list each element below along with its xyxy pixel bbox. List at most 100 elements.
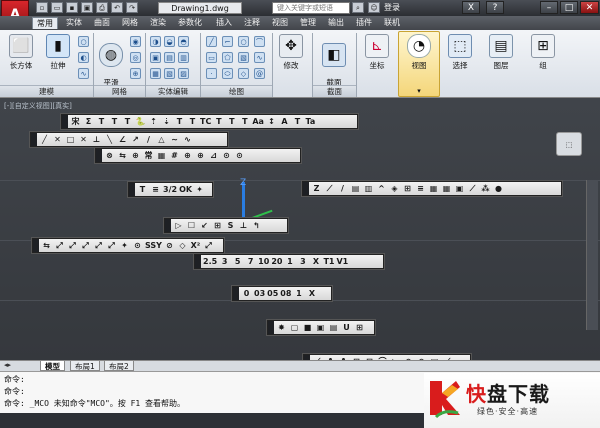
panel-label-draw[interactable]: 绘图 bbox=[201, 85, 272, 97]
arc-icon[interactable]: ⌒ bbox=[254, 36, 265, 47]
panel-label-mesh[interactable]: 网格 bbox=[94, 85, 145, 97]
toolbar-button[interactable]: ▷ bbox=[173, 220, 184, 231]
solid-edit-icon[interactable]: ▣ bbox=[150, 52, 161, 63]
toolbar-button[interactable]: □ bbox=[65, 134, 76, 145]
panel-label-section[interactable]: 截面 bbox=[313, 85, 356, 97]
draw-toolbar[interactable]: ╱ ✕ □ ✕ ⊥ ╲ ∠ ↗ ∕ △ ∼ ∿ bbox=[30, 132, 228, 147]
toolbar-button[interactable]: ⊙ bbox=[234, 150, 245, 161]
extrude-button[interactable]: ▮ 拉伸 bbox=[42, 34, 74, 71]
toolbar-button[interactable]: # bbox=[169, 150, 180, 161]
toolbar-button[interactable]: ≡ bbox=[415, 183, 426, 194]
navigation-bar[interactable] bbox=[586, 180, 598, 330]
login-link[interactable]: 登录 bbox=[384, 2, 400, 14]
toolbar-button[interactable]: ▤ bbox=[328, 322, 339, 333]
view-cube[interactable]: ⬚ bbox=[556, 132, 582, 156]
toolbar-button[interactable]: ≡ bbox=[150, 184, 161, 195]
toolbar-button[interactable]: 3 bbox=[297, 256, 308, 267]
toolbar-button[interactable]: ✕ bbox=[52, 134, 63, 145]
toolbar-button[interactable]: ◇ bbox=[177, 240, 188, 251]
tab-layout1[interactable]: 布局1 bbox=[70, 360, 100, 371]
scale-toolbar[interactable]: 2.5 3 5 7 10 20 1 3 X T1 V1 bbox=[194, 254, 384, 269]
toolbar-button[interactable]: T1 bbox=[323, 256, 334, 267]
tab-manage[interactable]: 管理 bbox=[296, 17, 320, 29]
toolbar-button[interactable]: ╱ bbox=[39, 134, 50, 145]
toolbar-button[interactable]: ▦ bbox=[156, 150, 167, 161]
tab-solid[interactable]: 实体 bbox=[62, 17, 86, 29]
toolbar-button[interactable]: ⊘ bbox=[164, 240, 175, 251]
close-button[interactable]: ✕ bbox=[580, 1, 599, 14]
toolbar-button[interactable]: T bbox=[239, 116, 250, 127]
toolbar-button[interactable]: / bbox=[337, 183, 348, 194]
coordinates-button[interactable]: ⊾ 坐标 bbox=[360, 34, 394, 71]
toolbar-button[interactable]: 3/2 bbox=[163, 184, 177, 195]
undo-icon[interactable]: ↶ bbox=[111, 2, 123, 13]
toolbar-button[interactable]: 2.5 bbox=[203, 256, 217, 267]
toolbar-button[interactable]: ⇆ bbox=[117, 150, 128, 161]
tab-annotate[interactable]: 注释 bbox=[240, 17, 264, 29]
saveas-icon[interactable]: ▣ bbox=[81, 2, 93, 13]
toolbar-button[interactable]: TC bbox=[200, 116, 211, 127]
redo-icon[interactable]: ↷ bbox=[126, 2, 138, 13]
toolbar-button[interactable]: 1 bbox=[293, 288, 304, 299]
sweep-icon[interactable]: ∿ bbox=[78, 68, 89, 79]
table-toolbar[interactable]: T ≡ 3/2 OK ✦ bbox=[128, 182, 213, 197]
toolbar-button[interactable]: ⟋ bbox=[324, 183, 335, 194]
tab-layout2[interactable]: 布局2 bbox=[104, 360, 134, 371]
group-button[interactable]: ⊞ 组 bbox=[528, 34, 558, 71]
modify-button[interactable]: ✥ 修改 bbox=[276, 34, 306, 71]
mesh-tool-icon[interactable]: ◎ bbox=[130, 52, 141, 63]
toolbar-button[interactable]: ↙ bbox=[199, 220, 210, 231]
mesh-tool-icon[interactable]: ◉ bbox=[130, 36, 141, 47]
revolve-icon[interactable]: ◐ bbox=[78, 52, 89, 63]
toolbar-button[interactable]: Ta bbox=[305, 116, 316, 127]
modify-toolbar[interactable]: ⇆ ⤢ ⤢ ⤢ ⤢ ⤢ ✦ ⊙ SSY ⊘ ◇ X² ⤢ bbox=[32, 238, 224, 253]
spline-icon[interactable]: ∿ bbox=[254, 52, 265, 63]
toolbar-button[interactable]: SSY bbox=[145, 240, 162, 251]
help-icon[interactable]: ? bbox=[486, 1, 504, 14]
subtract-icon[interactable]: ◒ bbox=[164, 36, 175, 47]
toolbar-button[interactable]: ⟋ bbox=[467, 183, 478, 194]
toolbar-button[interactable]: ↕ bbox=[266, 116, 277, 127]
tab-render[interactable]: 渲染 bbox=[146, 17, 170, 29]
toolbar-button[interactable]: ⊙ bbox=[221, 150, 232, 161]
toolbar-button[interactable]: ▢ bbox=[289, 322, 300, 333]
polygon-icon[interactable]: ⬠ bbox=[222, 52, 233, 63]
hatch-icon[interactable]: ▧ bbox=[238, 52, 249, 63]
fill-toolbar[interactable]: ✸ ▢ ■ ▣ ▤ U ⊞ bbox=[267, 320, 375, 335]
edit-toolbar[interactable]: ▷ ☐ ↙ ⊞ S ⊥ ↰ bbox=[164, 218, 288, 233]
toolbar-button[interactable]: ⤢ bbox=[93, 240, 104, 251]
toolbar-button[interactable]: ⊿ bbox=[208, 150, 219, 161]
helix-icon[interactable]: @ bbox=[254, 68, 265, 79]
toolbar-button[interactable]: ▣ bbox=[454, 183, 465, 194]
toolbar-button[interactable]: V1 bbox=[336, 256, 348, 267]
toolbar-button[interactable]: ⤢ bbox=[203, 240, 214, 251]
solid-edit-icon[interactable]: ▥ bbox=[178, 52, 189, 63]
solid-edit-icon[interactable]: ▧ bbox=[164, 68, 175, 79]
toolbar-button[interactable]: ■ bbox=[302, 322, 313, 333]
toolbar-button[interactable]: ⇆ bbox=[41, 240, 52, 251]
toolbar-button[interactable]: ⊕ bbox=[182, 150, 193, 161]
tab-view[interactable]: 视图 bbox=[268, 17, 292, 29]
toolbar-button[interactable]: A bbox=[279, 116, 290, 127]
toolbar-button[interactable]: T bbox=[213, 116, 224, 127]
toolbar-button[interactable]: ∕ bbox=[143, 134, 154, 145]
toolbar-button[interactable]: Σ bbox=[83, 116, 94, 127]
toolbar-button[interactable]: 宋 bbox=[70, 116, 81, 127]
toolbar-button[interactable]: T bbox=[96, 116, 107, 127]
circle-icon[interactable]: ○ bbox=[238, 36, 249, 47]
toolbar-button[interactable]: ↗ bbox=[130, 134, 141, 145]
toolbar-button[interactable]: ⊞ bbox=[402, 183, 413, 194]
toolbar-button[interactable]: X bbox=[306, 288, 317, 299]
toolbar-button[interactable]: ⊙ bbox=[132, 240, 143, 251]
toolbar-button[interactable]: ⤢ bbox=[67, 240, 78, 251]
tab-model[interactable]: 模型 bbox=[40, 360, 65, 371]
toolbar-button[interactable]: 🐍 bbox=[135, 116, 146, 127]
solid-edit-icon[interactable]: ▤ bbox=[164, 52, 175, 63]
toolbar-button[interactable]: ✸ bbox=[276, 322, 287, 333]
toolbar-button[interactable]: ⇡ bbox=[148, 116, 159, 127]
toolbar-button[interactable]: ⇣ bbox=[161, 116, 172, 127]
toolbar-button[interactable]: ● bbox=[493, 183, 504, 194]
toolbar-button[interactable]: ⊥ bbox=[238, 220, 249, 231]
toolbar-button[interactable]: ∿ bbox=[182, 134, 193, 145]
box-button[interactable]: ⬜ 长方体 bbox=[4, 34, 38, 71]
